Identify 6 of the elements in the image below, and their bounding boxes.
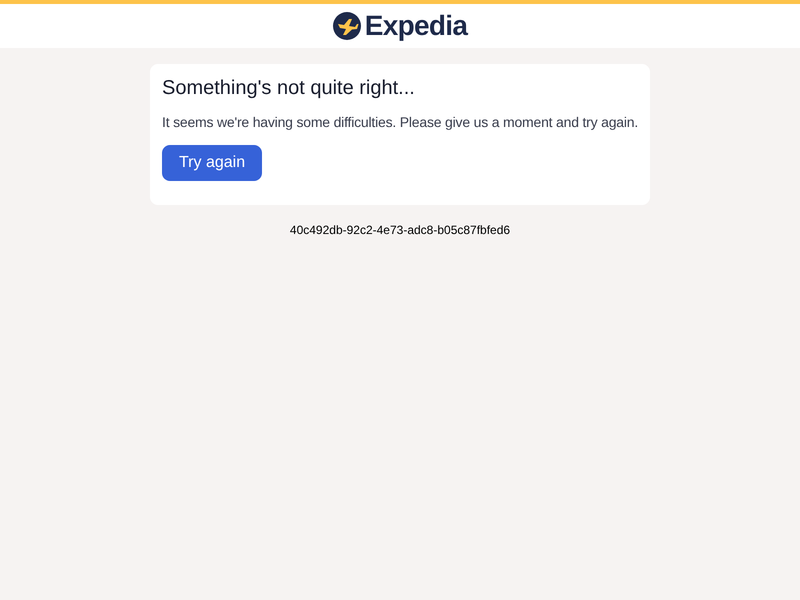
airplane-logo-icon [332, 12, 361, 40]
try-again-button[interactable]: Try again [162, 145, 262, 181]
logo-text: Expedia [364, 9, 468, 43]
request-id: 40c492db-92c2-4e73-adc8-b05c87fbfed6 [290, 222, 510, 239]
error-title: Something's not quite right... [162, 76, 416, 100]
error-message: It seems we're having some difficulties. Please give us a moment and try again. [162, 113, 638, 132]
